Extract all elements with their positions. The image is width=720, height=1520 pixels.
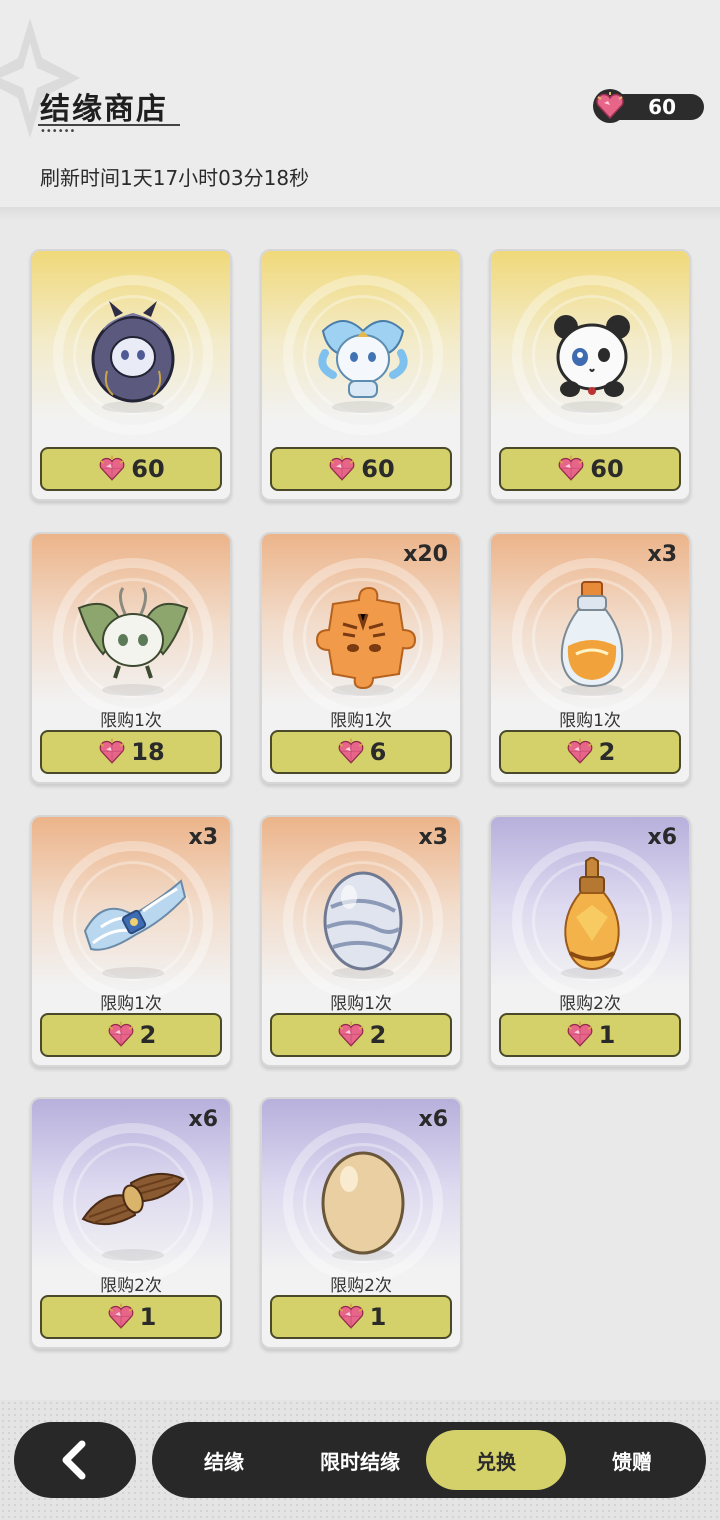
item-price: 2: [139, 1021, 157, 1049]
currency-balance: 60: [593, 89, 704, 123]
shop-header: 结缘商店 •••••• 刷新时间1天17小时03分18秒 60: [0, 0, 720, 221]
buy-button[interactable]: 1: [270, 1295, 452, 1339]
purchase-limit: 限购2次: [100, 1276, 162, 1296]
shop-item-card[interactable]: x3 限购1次 2: [489, 532, 691, 784]
heart-gem-icon: [329, 455, 355, 481]
currency-amount: 60: [648, 95, 676, 119]
item-quantity: x6: [647, 825, 678, 850]
item-price: 2: [598, 738, 616, 766]
item-quantity: x3: [647, 542, 678, 567]
amber-vial-icon: [564, 857, 620, 971]
silver-egg-icon: [323, 871, 403, 971]
buy-button[interactable]: 2: [270, 1013, 452, 1057]
buy-button[interactable]: 6: [270, 730, 452, 774]
panda-spirit-icon: [554, 315, 630, 397]
heart-gem-icon: [338, 1021, 364, 1047]
heart-gem-icon: [567, 738, 593, 764]
shop-item-card[interactable]: 60: [30, 249, 232, 501]
buy-button[interactable]: 1: [40, 1295, 222, 1339]
tab-bar: 结缘 限时结缘 兑换 馈赠: [152, 1422, 706, 1498]
shop-item-card[interactable]: 限购1次 18: [30, 532, 232, 784]
item-price: 1: [139, 1303, 157, 1331]
refresh-timer: 刷新时间1天17小时03分18秒: [40, 166, 310, 190]
purchase-limit: 限购1次: [330, 994, 392, 1014]
heart-gem-icon: [99, 738, 125, 764]
purchase-limit: 限购1次: [100, 994, 162, 1014]
buy-button[interactable]: 2: [40, 1013, 222, 1057]
plain-egg-icon: [321, 1151, 405, 1255]
shop-item-card[interactable]: x6 限购2次 1: [30, 1097, 232, 1349]
item-price: 1: [369, 1303, 387, 1331]
shop-item-card[interactable]: x20 限购1次 6: [260, 532, 462, 784]
dark-hooded-spirit-icon: [91, 301, 175, 403]
heart-gem-icon: [108, 1303, 134, 1329]
buy-button[interactable]: 2: [499, 730, 681, 774]
page-title: 结缘商店: [40, 92, 168, 127]
item-price: 60: [361, 455, 395, 483]
tab-exchange[interactable]: 兑换: [426, 1430, 566, 1490]
item-price: 6: [369, 738, 387, 766]
tab-jieyuan[interactable]: 结缘: [178, 1430, 270, 1490]
item-price: 60: [131, 455, 165, 483]
item-price: 60: [590, 455, 624, 483]
heart-gem-icon: [593, 89, 627, 123]
item-quantity: x6: [188, 1107, 219, 1132]
shop-item-card[interactable]: 60: [489, 249, 691, 501]
buy-button[interactable]: 60: [270, 447, 452, 491]
heart-gem-icon: [558, 455, 584, 481]
heart-gem-icon: [99, 455, 125, 481]
purchase-limit: 限购2次: [330, 1276, 392, 1296]
item-price: 2: [369, 1021, 387, 1049]
shop-item-card[interactable]: x6 限购2次 1: [260, 1097, 462, 1349]
purchase-limit: 限购1次: [559, 711, 621, 731]
title-dots: ••••••: [40, 126, 76, 137]
straw-bundle-icon: [81, 1172, 185, 1226]
buy-button[interactable]: 60: [40, 447, 222, 491]
item-quantity: x3: [188, 825, 219, 850]
moth-spirit-icon: [77, 587, 189, 679]
purchase-limit: 限购1次: [100, 711, 162, 731]
shop-item-card[interactable]: x3 限购1次 2: [30, 815, 232, 1067]
heart-gem-icon: [567, 1021, 593, 1047]
item-price: 18: [131, 738, 165, 766]
fire-potion-icon: [560, 581, 624, 688]
buy-button[interactable]: 1: [499, 1013, 681, 1057]
buy-button[interactable]: 18: [40, 730, 222, 774]
heart-gem-icon: [108, 1021, 134, 1047]
ice-dragon-spirit-icon: [318, 320, 408, 398]
purchase-limit: 限购1次: [330, 711, 392, 731]
buy-button[interactable]: 60: [499, 447, 681, 491]
cloth-scroll-icon: [83, 879, 187, 951]
purchase-limit: 限购2次: [559, 994, 621, 1014]
item-price: 1: [598, 1021, 616, 1049]
back-arrow-icon: [62, 1440, 86, 1480]
shop-item-card[interactable]: 60: [260, 249, 462, 501]
item-quantity: x20: [403, 542, 448, 567]
tab-gift[interactable]: 馈赠: [586, 1430, 678, 1490]
heart-gem-icon: [338, 738, 364, 764]
shop-item-card[interactable]: x6 限购2次 1: [489, 815, 691, 1067]
back-button[interactable]: [14, 1422, 136, 1498]
tiger-puzzle-piece-icon: [315, 586, 417, 690]
tab-limited-jieyuan[interactable]: 限时结缘: [302, 1430, 418, 1490]
item-quantity: x6: [418, 1107, 449, 1132]
shop-item-card[interactable]: x3 限购1次 2: [260, 815, 462, 1067]
item-quantity: x3: [418, 825, 449, 850]
heart-gem-icon: [338, 1303, 364, 1329]
